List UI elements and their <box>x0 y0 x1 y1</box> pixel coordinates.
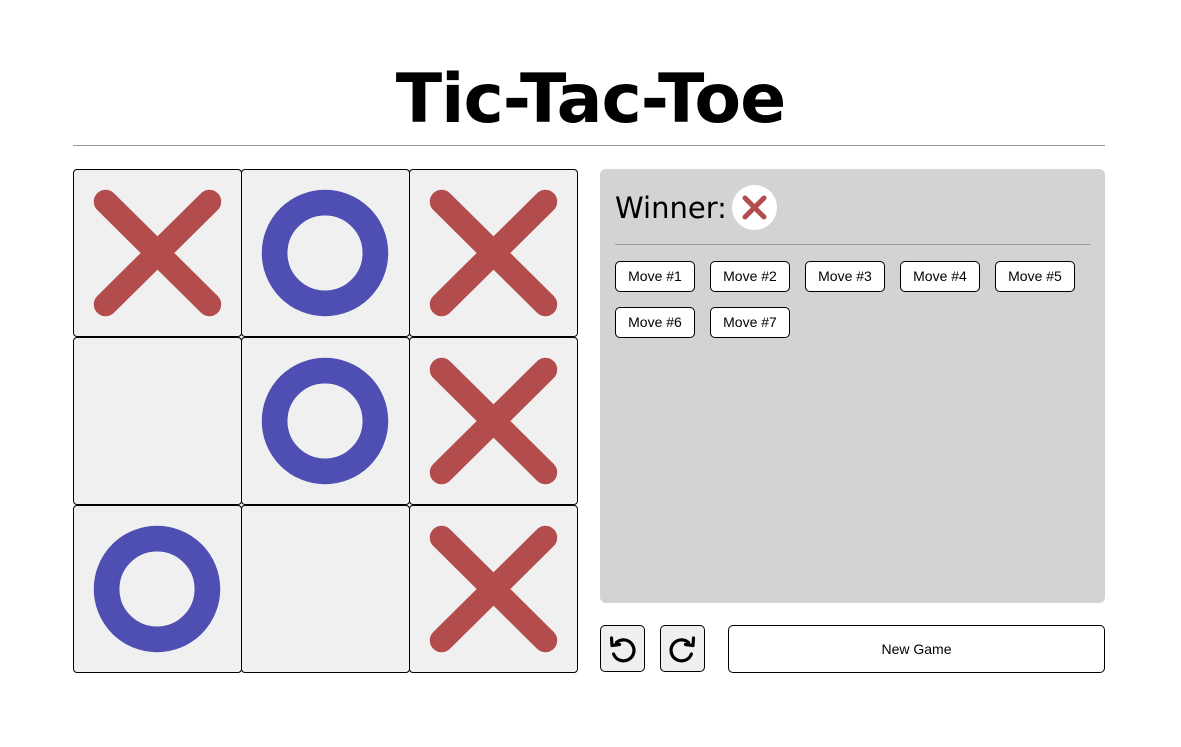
board-cell[interactable] <box>409 337 578 505</box>
move-history-button[interactable]: Move #2 <box>710 261 790 292</box>
board-cell[interactable] <box>73 505 242 673</box>
board-cell[interactable] <box>241 505 410 673</box>
new-game-button[interactable]: New Game <box>728 625 1105 673</box>
move-history-button[interactable]: Move #7 <box>710 307 790 338</box>
board-cell[interactable] <box>73 169 242 337</box>
undo-arrow-icon <box>609 636 636 663</box>
winner-x-icon <box>742 195 767 220</box>
x-mark-icon <box>429 525 558 653</box>
x-mark-icon <box>429 357 558 485</box>
redo-arrow-icon <box>669 636 696 663</box>
game-board <box>73 169 578 673</box>
panel-divider <box>615 244 1090 245</box>
move-history-button[interactable]: Move #1 <box>615 261 695 292</box>
move-history-button[interactable]: Move #3 <box>805 261 885 292</box>
winner-label: Winner: <box>615 191 727 225</box>
board-cell[interactable] <box>241 337 410 505</box>
o-mark-icon <box>93 525 221 653</box>
winner-badge <box>732 185 777 230</box>
title-divider <box>73 145 1105 146</box>
board-cell[interactable] <box>409 505 578 673</box>
x-mark-icon <box>93 189 222 317</box>
board-cell[interactable] <box>241 169 410 337</box>
board-cell[interactable] <box>409 169 578 337</box>
o-mark-icon <box>261 189 389 317</box>
move-history-button[interactable]: Move #4 <box>900 261 980 292</box>
x-mark-icon <box>429 189 558 317</box>
o-mark-icon <box>261 357 389 485</box>
page-title: Tic-Tac-Toe <box>395 60 786 139</box>
board-cell[interactable] <box>73 337 242 505</box>
move-history-button[interactable]: Move #6 <box>615 307 695 338</box>
redo-button[interactable] <box>660 625 705 672</box>
undo-button[interactable] <box>600 625 645 672</box>
status-panel: Winner: Move #1 Move #2 Move #3 Move #4 Move… <box>600 169 1105 603</box>
move-history-button[interactable]: Move #5 <box>995 261 1075 292</box>
